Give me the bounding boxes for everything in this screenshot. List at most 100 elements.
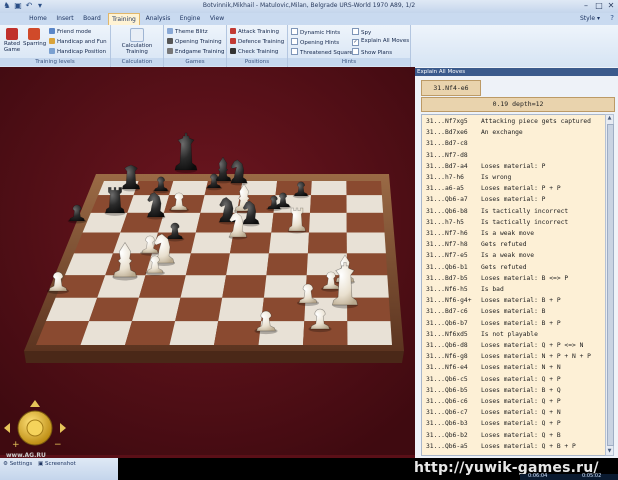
- board-square[interactable]: [185, 253, 230, 276]
- chess-board-view[interactable]: + −: [0, 67, 415, 455]
- attack-training-button[interactable]: Attack Training: [230, 28, 279, 35]
- board-square[interactable]: [346, 181, 382, 196]
- move-row[interactable]: 31...Nf6-g4+ Loses material: B + P: [426, 297, 561, 304]
- rated-game-button[interactable]: Rated Game: [3, 28, 21, 53]
- tab-home[interactable]: Home: [28, 13, 48, 25]
- board-square[interactable]: [347, 321, 392, 345]
- board-square[interactable]: [125, 321, 176, 345]
- defence-training-button[interactable]: Defence Training: [230, 38, 284, 45]
- move-row[interactable]: 31...Nf7-d8: [426, 152, 481, 159]
- zoom-out-icon[interactable]: −: [54, 440, 62, 450]
- board-square[interactable]: [132, 297, 181, 322]
- board-square[interactable]: [309, 212, 347, 233]
- board-square[interactable]: [275, 181, 312, 196]
- calculation-training-button[interactable]: Calculation Training: [115, 28, 159, 55]
- handicap-position-button[interactable]: Handicap Position: [49, 48, 106, 55]
- navigation-center-icon[interactable]: [26, 419, 44, 437]
- board-svg[interactable]: + −: [0, 67, 415, 455]
- move-row[interactable]: 31...Bd7-c8: [426, 140, 481, 147]
- current-move-button[interactable]: 31.Nf4-e6: [421, 80, 481, 96]
- move-row[interactable]: 31...Qb6-b3 Loses material: Q + P: [426, 420, 561, 427]
- board-square[interactable]: [180, 275, 227, 298]
- move-row[interactable]: 31...Qb6-c7 Loses material: Q + N: [426, 409, 561, 416]
- move-row[interactable]: 31...h7-h6 Is wrong: [426, 174, 511, 181]
- board-square[interactable]: [127, 195, 170, 213]
- screenshot-button[interactable]: ▣ Screenshot: [38, 461, 76, 467]
- board-square[interactable]: [307, 232, 347, 254]
- sparring-button[interactable]: Sparring: [23, 28, 46, 47]
- move-row[interactable]: 31...a6-a5 Loses material: P + P: [426, 185, 561, 192]
- board-square[interactable]: [169, 321, 219, 345]
- tab-engine[interactable]: Engine: [178, 13, 202, 25]
- move-row[interactable]: 31...Nf6xd5 Is not playable: [426, 331, 538, 338]
- scroll-down-icon[interactable]: ▼: [606, 448, 613, 455]
- help-icon[interactable]: ?: [610, 14, 614, 22]
- move-row[interactable]: 31...Nf7-h6 Is a weak move: [426, 230, 534, 237]
- opening-hints-checkbox[interactable]: Opening Hints: [291, 38, 339, 46]
- friend-mode-button[interactable]: Friend mode: [49, 28, 91, 35]
- board-square[interactable]: [266, 253, 308, 276]
- minimize-icon[interactable]: –: [580, 1, 592, 11]
- check-training-button[interactable]: Check Training: [230, 48, 278, 55]
- move-row[interactable]: 31...Nf7-e5 Is a weak move: [426, 252, 534, 259]
- move-row[interactable]: 31...Nf6-g8 Loses material: N + P + N + P: [426, 353, 591, 360]
- move-row[interactable]: 31...h7-h5 Is tactically incorrect: [426, 219, 568, 226]
- move-row[interactable]: 31...Qb6-b7 Loses material: B + P: [426, 320, 561, 327]
- move-row[interactable]: 31...Nf6-e4 Loses material: N + N: [426, 364, 561, 371]
- scrollbar-thumb[interactable]: [607, 124, 614, 446]
- board-square[interactable]: [138, 275, 186, 298]
- tab-board[interactable]: Board: [82, 13, 102, 25]
- explain-all-moves-checkbox[interactable]: ✓ Explain All Moves: [352, 38, 409, 46]
- move-row[interactable]: 31...Qb6-b1 Gets refuted: [426, 264, 527, 271]
- board-square[interactable]: [346, 212, 385, 233]
- board-square[interactable]: [310, 195, 347, 213]
- moves-explanation-list[interactable]: 31...Nf7xg5 Attacking piece gets captured…: [421, 114, 607, 456]
- style-menu[interactable]: Style ▾: [580, 13, 600, 25]
- theme-blitz-button[interactable]: Theme Blitz: [167, 28, 208, 35]
- board-square[interactable]: [268, 232, 309, 254]
- board-square[interactable]: [226, 253, 269, 276]
- board-square[interactable]: [222, 275, 267, 298]
- tab-view[interactable]: View: [208, 13, 226, 25]
- maximize-icon[interactable]: □: [593, 1, 605, 11]
- board-square[interactable]: [89, 297, 139, 322]
- settings-button[interactable]: ⚙ Settings: [3, 461, 32, 467]
- move-row[interactable]: 31...Qb6-b5 Loses material: B + Q: [426, 387, 561, 394]
- move-row[interactable]: 31...Qb6-c5 Loses material: Q + P: [426, 376, 561, 383]
- move-row[interactable]: 31...Qb6-c6 Loses material: Q + P: [426, 398, 561, 405]
- move-row[interactable]: 31...Qb6-b2 Loses material: Q + B: [426, 432, 561, 439]
- list-scrollbar[interactable]: ▲ ▼: [605, 114, 614, 456]
- board-square[interactable]: [263, 275, 307, 298]
- tab-training[interactable]: Training: [108, 13, 140, 25]
- board-square[interactable]: [311, 181, 347, 196]
- move-row[interactable]: 31...Qb6-b8 Is tactically incorrect: [426, 208, 568, 215]
- move-row[interactable]: 31...Bd7xe6 An exchange: [426, 129, 523, 136]
- board-square[interactable]: [218, 297, 264, 322]
- move-row[interactable]: 31...Qb6-a5 Loses material: Q + B + P: [426, 443, 576, 450]
- board-square[interactable]: [214, 321, 262, 345]
- move-row[interactable]: 31...Qb6-d8 Loses material: Q + P <=> N: [426, 342, 583, 349]
- move-row[interactable]: 31...Bd7-b5 Loses material: B <=> P: [426, 275, 568, 282]
- board-square[interactable]: [80, 321, 133, 345]
- handicap-fun-button[interactable]: Handicap and Fun: [49, 38, 107, 45]
- move-row[interactable]: 31...Bd7-c6 Loses material: B: [426, 308, 545, 315]
- board-square[interactable]: [175, 297, 223, 322]
- dynamic-hints-checkbox[interactable]: Dynamic Hints: [291, 28, 340, 36]
- board-square[interactable]: [169, 181, 208, 196]
- move-row[interactable]: 31...Nf6-h5 Is bad: [426, 286, 504, 293]
- board-square[interactable]: [190, 232, 234, 254]
- board-square[interactable]: [346, 195, 384, 213]
- show-plans-checkbox[interactable]: Show Plans: [352, 48, 392, 56]
- close-icon[interactable]: ✕: [605, 1, 617, 11]
- tab-insert[interactable]: Insert: [54, 13, 76, 25]
- move-row[interactable]: 31...Nf7xg5 Attacking piece gets captured: [426, 118, 591, 125]
- opening-training-button[interactable]: Opening Training: [167, 38, 222, 45]
- zoom-in-icon[interactable]: +: [12, 440, 20, 450]
- tab-analysis[interactable]: Analysis: [144, 13, 172, 25]
- threatened-squares-checkbox[interactable]: Threatened Squares: [291, 48, 356, 56]
- endgame-training-button[interactable]: Endgame Training: [167, 48, 225, 55]
- scroll-up-icon[interactable]: ▲: [606, 115, 613, 122]
- move-row[interactable]: 31...Bd7-a4 Loses material: P: [426, 163, 545, 170]
- spy-checkbox[interactable]: Spy: [352, 28, 371, 36]
- move-row[interactable]: 31...Nf7-h8 Gets refuted: [426, 241, 527, 248]
